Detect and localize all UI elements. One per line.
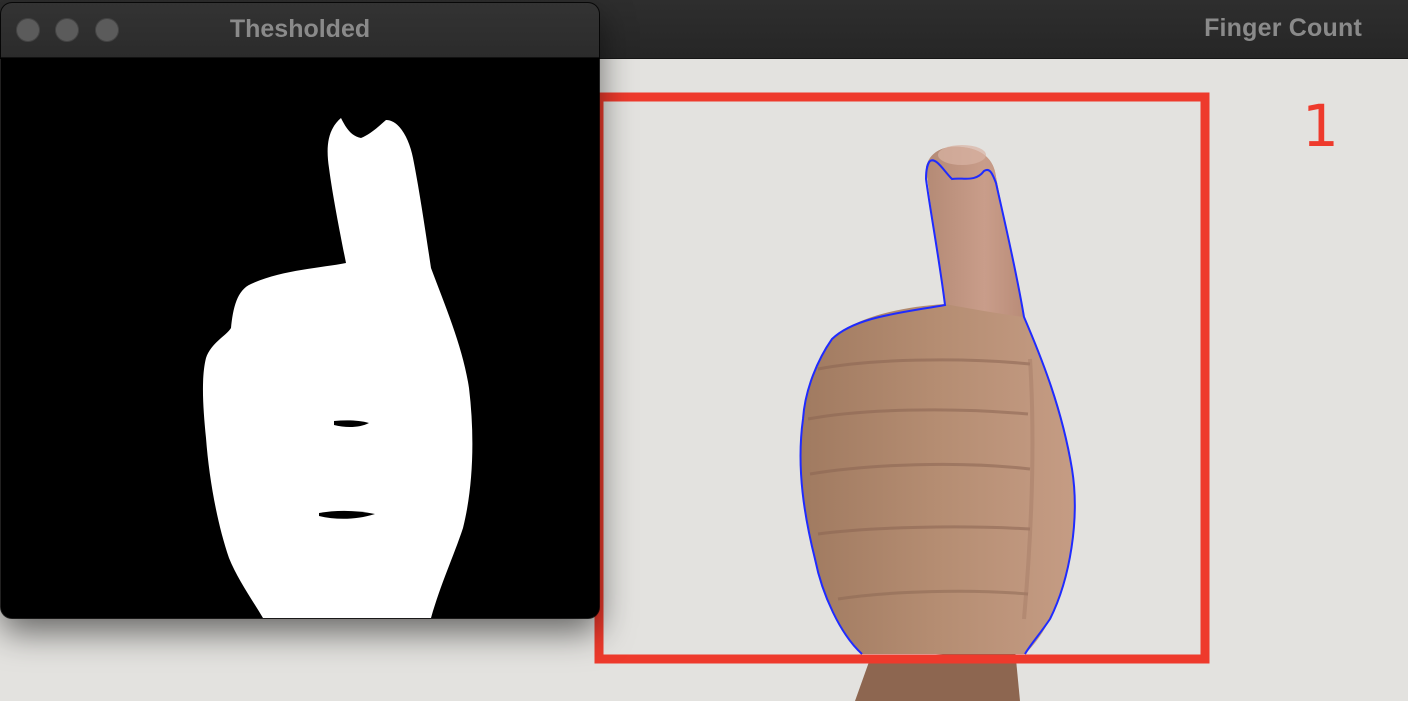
finger-count-value: 1	[1302, 92, 1339, 160]
desktop: Finger Count 1 Thesholded	[0, 0, 1408, 701]
threshold-mask	[1, 58, 599, 618]
thresholded-window: Thesholded	[1, 3, 599, 618]
thresholded-window-title: Thesholded	[229, 15, 371, 43]
thresholded-titlebar[interactable]: Thesholded	[1, 3, 599, 58]
finger-count-window-title: Finger Count	[1204, 14, 1362, 42]
threshold-mask-view	[1, 58, 599, 618]
